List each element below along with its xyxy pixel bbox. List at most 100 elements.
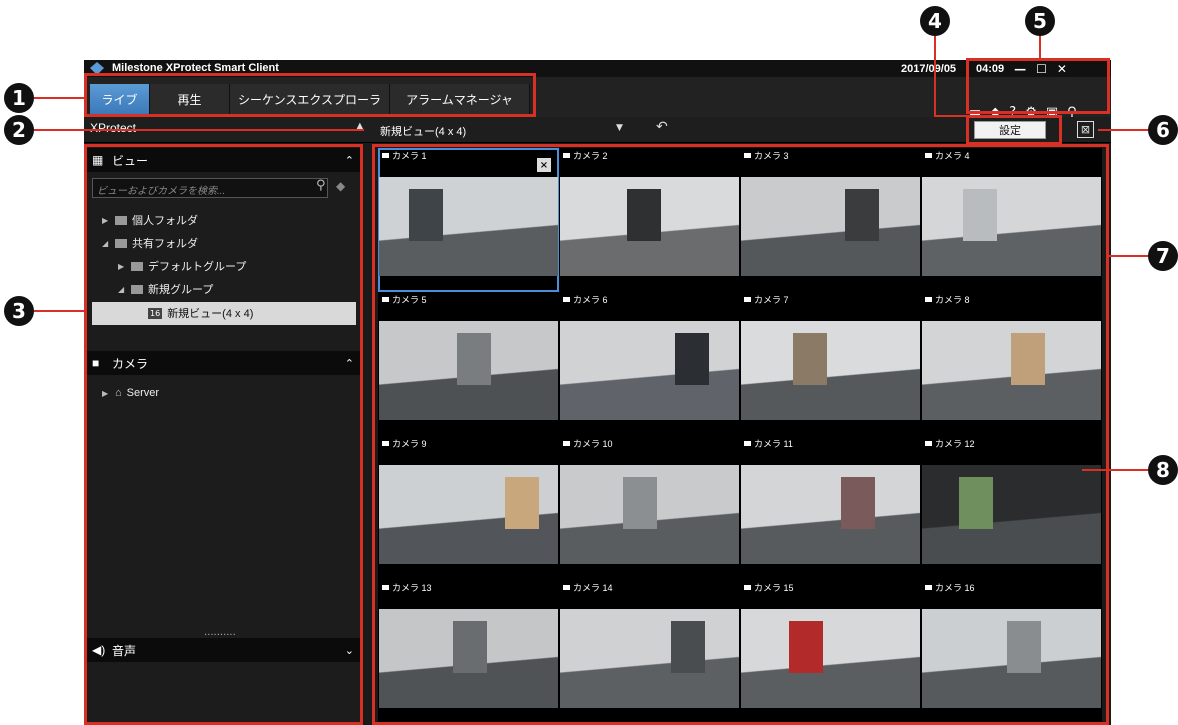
tree-item-label: 個人フォルダ <box>132 215 198 227</box>
date-display: 2017/09/05 <box>901 63 957 75</box>
camera-tile[interactable]: カメラ 3 <box>740 148 921 292</box>
camera-name: カメラ 8 <box>935 295 970 305</box>
expand-arrow-icon[interactable]: ▶ <box>102 389 110 398</box>
server-icon: ⌂ <box>115 387 122 399</box>
camera-tile[interactable]: カメラ 2 <box>559 148 740 292</box>
tree-item-new-group[interactable]: ◢ 新規グループ <box>118 279 213 299</box>
chevron-down-icon[interactable]: ▼ <box>616 123 623 133</box>
camera-tile[interactable]: カメラ 9 <box>378 436 559 580</box>
expand-arrow-icon[interactable]: ▶ <box>118 262 126 271</box>
camera-tile[interactable]: カメラ 4 <box>921 148 1102 292</box>
smart-client-window: Milestone XProtect Smart Client 2017/09/… <box>84 60 1111 725</box>
camera-label: カメラ 12 <box>925 437 975 450</box>
fullscreen-icon[interactable]: ⊠ <box>1077 121 1094 138</box>
camera-feed[interactable] <box>741 465 920 564</box>
folder-icon <box>115 238 127 248</box>
collapse-arrow-icon[interactable]: ◢ <box>102 239 110 248</box>
undo-icon[interactable]: ↶ <box>656 119 668 135</box>
camera-tile[interactable]: カメラ 11 <box>740 436 921 580</box>
tree-item-server[interactable]: ▶ ⌂ Server <box>102 383 159 403</box>
callout-4-line <box>934 36 936 116</box>
camera-tile[interactable]: カメラ 6 <box>559 292 740 436</box>
camera-feed[interactable] <box>741 321 920 420</box>
tab-alarm-manager[interactable]: アラームマネージャ <box>390 84 530 115</box>
tab-sequence-explorer[interactable]: シーケンスエクスプローラ <box>230 84 390 115</box>
settings-button[interactable]: 設定 <box>974 121 1046 139</box>
video-camera-icon <box>744 297 751 302</box>
chevron-down-icon[interactable]: ⌄ <box>345 644 354 657</box>
camera-label: カメラ 6 <box>563 293 608 306</box>
callout-3: 3 <box>4 296 34 326</box>
camera-label: カメラ 2 <box>563 149 608 162</box>
camera-feed[interactable] <box>560 321 739 420</box>
grid-icon: ▦ <box>92 153 104 167</box>
camera-feed[interactable] <box>560 465 739 564</box>
camera-feed[interactable] <box>379 609 558 708</box>
callout-7-line <box>1108 255 1148 257</box>
scene-detail <box>627 189 661 241</box>
camera-feed[interactable] <box>379 465 558 564</box>
chevron-up-icon[interactable]: ⌃ <box>345 357 354 370</box>
tree-item-shared-folder[interactable]: ◢ 共有フォルダ <box>102 233 198 253</box>
camera-tile[interactable]: カメラ 10 <box>559 436 740 580</box>
search-icon[interactable]: ⚲ <box>316 178 326 193</box>
camera-tile[interactable]: カメラ 16 <box>921 580 1102 724</box>
camera-tile[interactable]: カメラ 14 <box>559 580 740 724</box>
close-icon[interactable]: × <box>537 158 551 172</box>
camera-name: カメラ 7 <box>754 295 789 305</box>
tree-item-default-group[interactable]: ▶ デフォルトグループ <box>118 256 246 276</box>
panel-title: XProtect <box>90 121 137 135</box>
search-input[interactable]: ビューおよびカメラを検索... <box>92 178 328 198</box>
close-window-button[interactable]: ✕ <box>1057 63 1067 75</box>
tree-item-personal-folder[interactable]: ▶ 個人フォルダ <box>102 210 198 230</box>
camera-label: カメラ 1 <box>382 149 427 162</box>
views-header[interactable]: ▦ ビュー ⌃ <box>84 148 362 172</box>
chevron-up-icon[interactable]: ⌃ <box>345 154 354 167</box>
scene-detail <box>453 621 487 673</box>
camera-label: カメラ 11 <box>744 437 793 450</box>
audio-header[interactable]: ◀) 音声 ⌄ <box>84 638 362 662</box>
cameras-header[interactable]: ■ カメラ ⌃ <box>84 351 362 375</box>
camera-feed[interactable] <box>741 177 920 276</box>
camera-tile[interactable]: カメラ 7 <box>740 292 921 436</box>
camera-label: カメラ 7 <box>744 293 789 306</box>
camera-tile[interactable]: カメラ 15 <box>740 580 921 724</box>
video-camera-icon <box>563 153 570 158</box>
camera-label: カメラ 13 <box>382 581 432 594</box>
callout-8-line <box>1082 469 1148 471</box>
maximize-button[interactable]: ☐ <box>1036 63 1047 75</box>
camera-name: カメラ 11 <box>754 439 793 449</box>
video-camera-icon <box>744 153 751 158</box>
video-camera-icon <box>925 297 932 302</box>
camera-feed[interactable] <box>379 321 558 420</box>
camera-feed[interactable] <box>741 609 920 708</box>
collapse-arrow-icon[interactable]: ◢ <box>118 285 126 294</box>
camera-tile[interactable]: カメラ 13 <box>378 580 559 724</box>
camera-feed[interactable] <box>922 609 1101 708</box>
filter-icon[interactable]: ◆ <box>336 179 345 193</box>
video-camera-icon <box>744 585 751 590</box>
folder-icon <box>115 215 127 225</box>
camera-tile[interactable]: カメラ 1 × <box>378 148 559 292</box>
camera-feed[interactable] <box>379 177 558 276</box>
camera-label: カメラ 16 <box>925 581 975 594</box>
camera-label: カメラ 5 <box>382 293 427 306</box>
selected-view-label-group: 16 新規ビュー(4 x 4) <box>148 305 253 321</box>
tab-live[interactable]: ライブ <box>90 84 150 115</box>
camera-tile[interactable]: カメラ 5 <box>378 292 559 436</box>
camera-feed[interactable] <box>922 177 1101 276</box>
minimize-button[interactable]: — <box>1014 63 1026 75</box>
camera-feed[interactable] <box>922 465 1101 564</box>
camera-feed[interactable] <box>922 321 1101 420</box>
tab-playback[interactable]: 再生 <box>150 84 230 115</box>
scene-detail <box>1007 621 1041 673</box>
view-selector[interactable]: 新規ビュー(4 x 4) <box>380 123 466 139</box>
camera-name: カメラ 15 <box>754 583 794 593</box>
camera-feed[interactable] <box>560 609 739 708</box>
panel-resize-handle[interactable]: .......... <box>204 627 236 638</box>
camera-feed[interactable] <box>560 177 739 276</box>
expand-arrow-icon[interactable]: ▶ <box>102 216 110 225</box>
camera-tile[interactable]: カメラ 8 <box>921 292 1102 436</box>
camera-tile[interactable]: カメラ 12 <box>921 436 1102 580</box>
scene-detail <box>1011 333 1045 385</box>
